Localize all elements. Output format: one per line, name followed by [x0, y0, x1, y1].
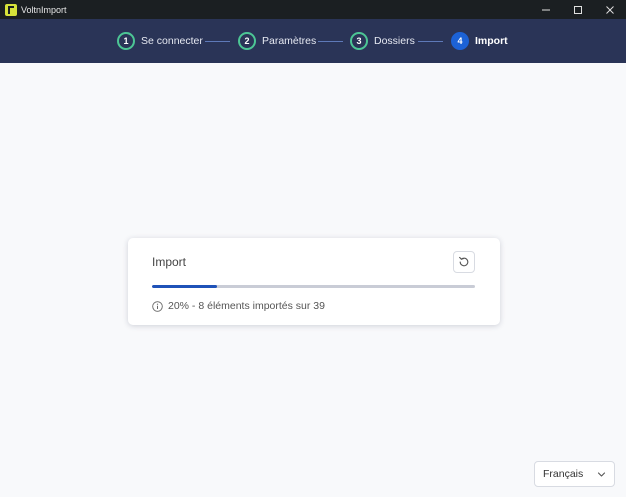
refresh-icon — [459, 256, 469, 267]
step-parameters[interactable]: 2 Paramètres — [238, 32, 316, 50]
step-label: Dossiers — [374, 35, 415, 47]
card-title: Import — [152, 255, 187, 269]
stepper-header: 1 Se connecter 2 Paramètres 3 Dossiers 4… — [0, 19, 626, 63]
status-row: 20% - 8 éléments importés sur 39 — [152, 300, 325, 312]
step-connect[interactable]: 1 Se connecter — [117, 32, 203, 50]
minimize-button[interactable] — [530, 0, 562, 19]
import-status-text: 20% - 8 éléments importés sur 39 — [168, 300, 325, 312]
import-card: Import 20% - 8 éléments importés sur 39 — [128, 238, 500, 325]
language-value: Français — [543, 468, 584, 480]
window-title: VoltnImport — [21, 4, 67, 15]
step-number: 4 — [451, 32, 469, 50]
step-folders[interactable]: 3 Dossiers — [350, 32, 415, 50]
close-icon — [606, 5, 614, 14]
close-button[interactable] — [594, 0, 626, 19]
language-select[interactable]: Français — [534, 461, 615, 487]
step-number: 1 — [117, 32, 135, 50]
step-label: Import — [475, 35, 508, 47]
step-label: Se connecter — [141, 35, 203, 47]
progress-fill — [152, 285, 217, 288]
step-number: 2 — [238, 32, 256, 50]
minimize-icon — [542, 9, 550, 10]
step-label: Paramètres — [262, 35, 317, 47]
title-bar: VoltnImport — [0, 0, 626, 19]
chevron-down-icon — [597, 472, 606, 477]
step-connector — [318, 41, 343, 42]
step-import[interactable]: 4 Import — [451, 32, 508, 50]
maximize-button[interactable] — [562, 0, 594, 19]
step-connector — [418, 41, 443, 42]
step-connector — [205, 41, 230, 42]
step-number: 3 — [350, 32, 368, 50]
info-icon — [152, 300, 163, 312]
window-controls — [530, 0, 626, 19]
progress-bar — [152, 285, 475, 288]
maximize-icon — [574, 5, 582, 14]
refresh-button[interactable] — [453, 251, 475, 273]
app-logo-icon — [5, 3, 17, 16]
